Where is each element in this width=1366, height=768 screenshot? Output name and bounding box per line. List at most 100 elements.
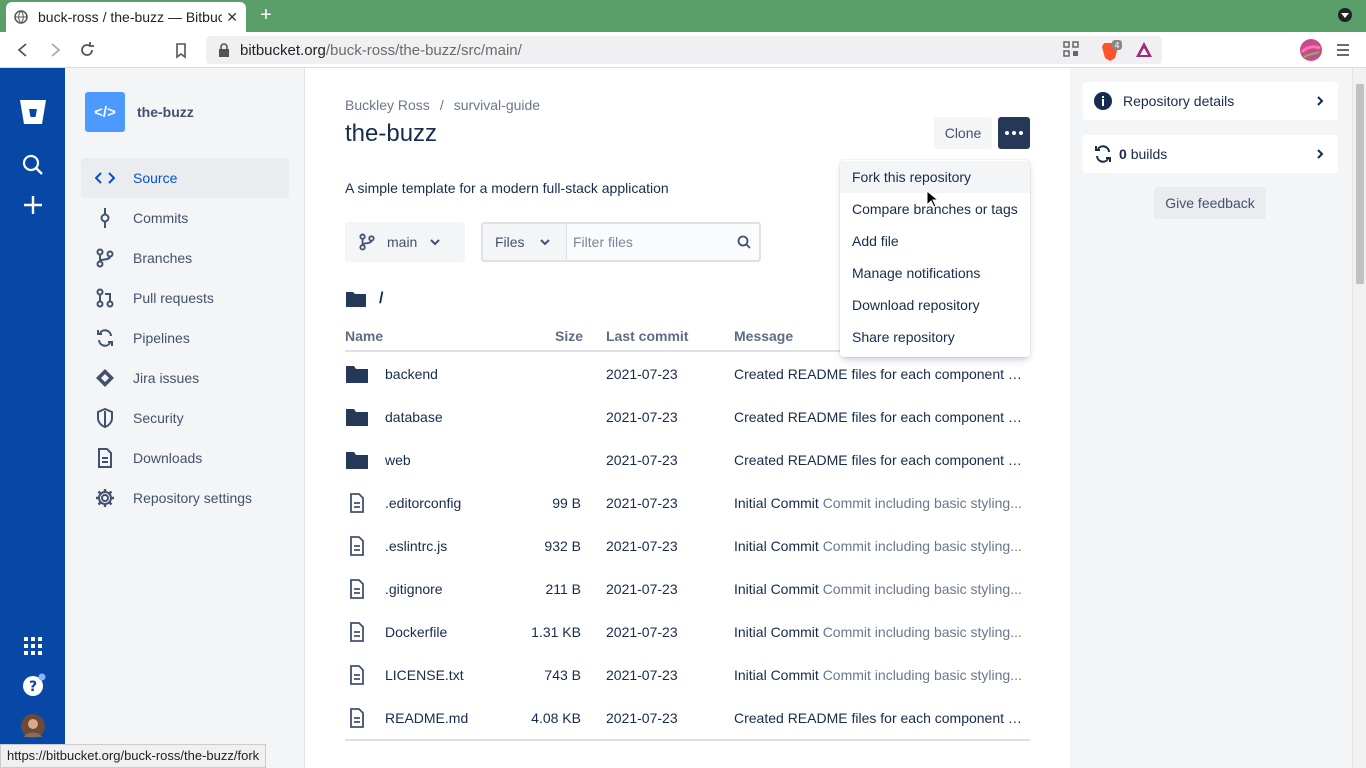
- sidebar-item-jira-issues[interactable]: Jira issues: [81, 358, 289, 398]
- sidebar-item-security[interactable]: Security: [81, 398, 289, 438]
- commit-message[interactable]: Created README files for each component …: [734, 409, 1030, 425]
- menu-item-fork-repository[interactable]: Fork this repository: [840, 161, 1030, 193]
- breadcrumb-owner-link[interactable]: Buckley Ross: [345, 97, 430, 113]
- file-name-link[interactable]: backend: [385, 366, 438, 382]
- file-name-link[interactable]: web: [385, 452, 411, 468]
- search-icon[interactable]: [737, 235, 751, 249]
- path-text: /: [379, 290, 384, 307]
- sidebar-item-source[interactable]: Source: [81, 158, 289, 198]
- back-icon[interactable]: [13, 40, 33, 60]
- repository-header[interactable]: </> the-buzz: [85, 92, 194, 132]
- commit-message[interactable]: Initial Commit Commit including basic st…: [734, 667, 1030, 683]
- table-row[interactable]: backend 2021-07-23 Created README files fo…: [345, 352, 1030, 395]
- sidebar-item-commits[interactable]: Commits: [81, 198, 289, 238]
- file-name-link[interactable]: .eslintrc.js: [385, 538, 447, 554]
- user-avatar-icon[interactable]: [20, 713, 46, 739]
- new-tab-icon[interactable]: +: [256, 4, 276, 27]
- commit-message-title: Initial Commit: [734, 538, 819, 554]
- sidebar-item-repository-settings[interactable]: Repository settings: [81, 478, 289, 518]
- table-row[interactable]: README.md 4.08 KB 2021-07-23 Created README…: [345, 696, 1030, 739]
- address-bar[interactable]: bitbucket.org/buck-ross/the-buzz/src/mai…: [206, 36, 1162, 64]
- info-icon: [1094, 92, 1112, 110]
- app-switcher-icon[interactable]: [20, 633, 46, 659]
- table-row[interactable]: database 2021-07-23 Created README files f…: [345, 395, 1030, 438]
- page-scrollbar[interactable]: [1352, 68, 1366, 768]
- repository-details-card[interactable]: Repository details: [1083, 82, 1338, 120]
- last-commit-date: 2021-07-23: [606, 710, 678, 726]
- commit-message[interactable]: Created README files for each component …: [734, 366, 1030, 382]
- table-row[interactable]: .eslintrc.js 932 B 2021-07-23 Initial Commi…: [345, 524, 1030, 567]
- repository-details-label: Repository details: [1123, 93, 1235, 109]
- filter-files-input[interactable]: [567, 234, 727, 250]
- search-icon[interactable]: [20, 152, 46, 178]
- file-name-link[interactable]: .gitignore: [385, 581, 443, 597]
- commit-message[interactable]: Initial Commit Commit including basic st…: [734, 538, 1030, 554]
- file-name-link[interactable]: README.md: [385, 710, 468, 726]
- files-dropdown[interactable]: Files: [483, 224, 567, 260]
- sidebar-item-pull-requests[interactable]: Pull requests: [81, 278, 289, 318]
- sidebar-item-label: Pipelines: [133, 330, 190, 346]
- commit-message-title: Created README files for each component: [734, 710, 1005, 726]
- column-header-size[interactable]: Size: [555, 328, 583, 344]
- last-commit-date: 2021-07-23: [606, 452, 678, 468]
- bookmark-icon[interactable]: [171, 40, 191, 60]
- commit-message[interactable]: Initial Commit Commit including basic st…: [734, 624, 1030, 640]
- column-header-last-commit[interactable]: Last commit: [606, 328, 688, 344]
- table-row[interactable]: .gitignore 211 B 2021-07-23 Initial Commit …: [345, 567, 1030, 610]
- create-icon[interactable]: [20, 192, 46, 218]
- builds-card[interactable]: 0 builds: [1083, 135, 1338, 173]
- close-tab-icon[interactable]: ✕: [226, 9, 238, 26]
- repository-description: A simple template for a modern full-stac…: [345, 180, 669, 196]
- file-name-link[interactable]: LICENSE.txt: [385, 667, 464, 683]
- table-row[interactable]: Dockerfile 1.31 KB 2021-07-23 Initial Commi…: [345, 610, 1030, 653]
- last-commit-date: 2021-07-23: [606, 366, 678, 382]
- sidebar-item-branches[interactable]: Branches: [81, 238, 289, 278]
- reload-icon[interactable]: [77, 40, 97, 60]
- commit-message[interactable]: Initial Commit Commit including basic st…: [734, 495, 1030, 511]
- commit-message[interactable]: Initial Commit Commit including basic st…: [734, 581, 1030, 597]
- ellipsis-dot: [1005, 131, 1009, 135]
- column-header-message[interactable]: Message: [734, 328, 793, 344]
- tab-menu-icon[interactable]: [1338, 8, 1352, 22]
- more-actions-button[interactable]: [998, 117, 1030, 149]
- branch-selector[interactable]: main: [345, 222, 465, 262]
- browser-tab[interactable]: buck-ross / the-buzz — Bitbucket ✕: [6, 2, 246, 32]
- commit-message[interactable]: Created README files for each component …: [734, 710, 1030, 726]
- sidebar-item-downloads[interactable]: Downloads: [81, 438, 289, 478]
- url-text: bitbucket.org/buck-ross/the-buzz/src/mai…: [240, 41, 522, 59]
- pull-request-icon: [95, 288, 115, 308]
- bitbucket-logo-icon[interactable]: [17, 96, 49, 128]
- folder-icon: [345, 407, 369, 430]
- column-header-name[interactable]: Name: [345, 328, 383, 344]
- commit-message-title: Created README files for each component: [734, 409, 1005, 425]
- qr-code-icon[interactable]: [1061, 40, 1081, 60]
- builds-label: builds: [1130, 146, 1168, 162]
- file-name-link[interactable]: Dockerfile: [385, 624, 447, 640]
- scrollbar-thumb[interactable]: [1356, 84, 1364, 284]
- profile-avatar-icon[interactable]: [1299, 38, 1322, 61]
- menu-item-download-repository[interactable]: Download repository: [840, 289, 1030, 321]
- help-icon[interactable]: ?: [20, 673, 46, 699]
- table-row[interactable]: web 2021-07-23 Created README files for ea…: [345, 438, 1030, 481]
- browser-menu-icon[interactable]: [1333, 40, 1353, 60]
- sidebar-item-pipelines[interactable]: Pipelines: [81, 318, 289, 358]
- forward-icon[interactable]: [45, 40, 65, 60]
- file-icon: [349, 493, 365, 516]
- commit-message-body: Commit including basic styling...: [822, 624, 1022, 640]
- breadcrumb-project-link[interactable]: survival-guide: [454, 97, 540, 113]
- give-feedback-button[interactable]: Give feedback: [1154, 187, 1266, 219]
- brave-rewards-icon[interactable]: [1134, 40, 1154, 60]
- file-name-link[interactable]: database: [385, 409, 443, 425]
- commit-message-body: Commit including basic styling...: [822, 495, 1022, 511]
- ellipsis-dot: [1012, 131, 1016, 135]
- menu-item-manage-notifications[interactable]: Manage notifications: [840, 257, 1030, 289]
- clone-button[interactable]: Clone: [934, 117, 992, 149]
- brave-shield-icon[interactable]: 4: [1100, 40, 1122, 61]
- table-row[interactable]: .editorconfig 99 B 2021-07-23 Initial Commi…: [345, 481, 1030, 524]
- menu-item-add-file[interactable]: Add file: [840, 225, 1030, 257]
- table-row[interactable]: LICENSE.txt 743 B 2021-07-23 Initial Commit…: [345, 653, 1030, 696]
- file-name-link[interactable]: .editorconfig: [385, 495, 461, 511]
- menu-item-share-repository[interactable]: Share repository: [840, 321, 1030, 353]
- commit-message[interactable]: Created README files for each component …: [734, 452, 1030, 468]
- commit-message-body: Commit including basic styling...: [822, 581, 1022, 597]
